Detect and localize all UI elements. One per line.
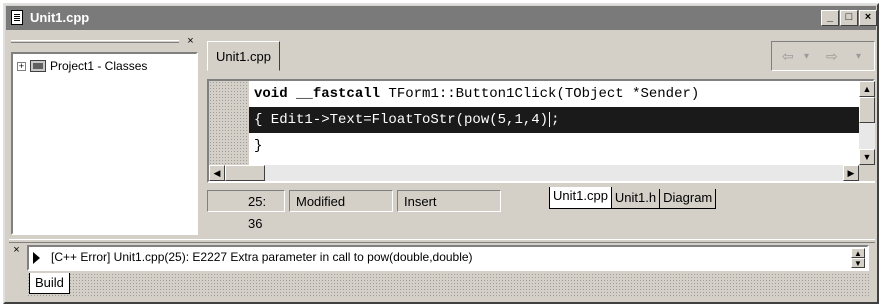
scrollbar-corner [859,165,875,181]
message-pane-close-icon[interactable]: × [11,245,22,256]
window-title: Unit1.cpp [30,10,90,25]
message-scroll[interactable]: ▲ ▼ [851,248,865,268]
expand-icon[interactable]: + [17,61,26,71]
tree-item-label: Project1 - Classes [50,59,148,73]
message-pane: × [C++ Error] Unit1.cpp(25): E2227 Extra… [9,245,875,299]
back-dropdown-icon[interactable]: ▾ [804,51,809,62]
editor-gutter[interactable] [209,81,249,165]
maximize-button[interactable]: □ [840,10,858,26]
code-text[interactable]: void __fastcall TForm1::Button1Click(TOb… [249,81,859,165]
tab-build[interactable]: Build [29,273,70,294]
scroll-down-arrow-icon[interactable]: ▼ [859,149,875,165]
scroll-up-arrow-icon[interactable]: ▲ [859,81,875,97]
close-button[interactable]: × [859,10,877,26]
document-icon [11,10,23,25]
code-line-selected[interactable]: { Edit1->Text=FloatToStr(pow(5,1,4); [249,107,859,133]
view-tab-diagram[interactable]: Diagram [659,189,717,209]
keyword: __fastcall [296,86,381,102]
ide-window: Unit1.cpp _ □ × × + Project1 - Classes U… [3,3,879,304]
view-tabs: Unit1.cpp Unit1.h Diagram [549,187,717,209]
cursor-position: 25: 36 [207,190,285,231]
spin-down-icon[interactable]: ▼ [851,258,865,268]
text-caret [549,111,551,127]
view-tab-unit1-h[interactable]: Unit1.h [610,189,661,209]
modified-indicator: Modified [289,190,393,212]
vertical-scroll-thumb[interactable] [859,97,875,123]
code-line[interactable]: void __fastcall TForm1::Button1Click(TOb… [249,81,859,107]
navigation-buttons: ⇦ ▾ ⇨ ▾ [771,41,875,71]
error-message[interactable]: [C++ Error] Unit1.cpp(25): E2227 Extra p… [51,250,473,264]
class-tree[interactable]: + Project1 - Classes [11,52,198,235]
view-tab-unit1-cpp[interactable]: Unit1.cpp [549,187,612,209]
message-pointer-icon [33,252,40,264]
class-explorer-close-icon[interactable]: × [185,36,196,47]
tab-unit1-cpp[interactable]: Unit1.cpp [207,41,280,71]
title-bar[interactable]: Unit1.cpp _ □ × [6,6,877,30]
editor-tab-strip: Unit1.cpp ⇦ ▾ ⇨ ▾ [203,35,875,75]
code-editor: Unit1.cpp ⇦ ▾ ⇨ ▾ void __fastcall TForm1… [203,35,875,235]
code-view: void __fastcall TForm1::Button1Click(TOb… [207,79,875,183]
code-text-run: ; [551,112,560,128]
forward-dropdown-icon[interactable]: ▾ [856,51,861,62]
horizontal-scrollbar[interactable]: ◀ ▶ [209,165,859,181]
code-line[interactable]: } [249,133,859,159]
message-tab-strip: Build [27,273,869,297]
scroll-left-arrow-icon[interactable]: ◀ [209,165,225,181]
back-arrow-icon[interactable]: ⇦ [782,48,794,65]
forward-arrow-icon[interactable]: ⇨ [826,48,838,65]
vertical-scrollbar[interactable]: ▲ ▼ [859,81,875,165]
message-list[interactable]: [C++ Error] Unit1.cpp(25): E2227 Extra p… [27,245,869,271]
code-text-run: { Edit1->Text=FloatToStr(pow(5,1,4) [254,112,549,128]
code-text-run: TForm1::Button1Click(TObject *Sender) [380,86,700,102]
insert-mode-indicator: Insert [397,190,501,212]
editor-status-bar: 25: 36 Modified Insert Unit1.cpp Unit1.h… [207,187,875,231]
code-text-run: } [254,138,263,154]
tree-item-project1-classes[interactable]: + Project1 - Classes [17,58,147,74]
class-explorer: × + Project1 - Classes [9,35,199,235]
minimize-button[interactable]: _ [821,10,839,26]
scroll-right-arrow-icon[interactable]: ▶ [843,165,859,181]
classes-folder-icon [30,60,46,72]
spin-up-icon[interactable]: ▲ [851,248,865,258]
keyword: void [254,86,288,102]
pane-splitter[interactable] [9,239,875,243]
pane-grip[interactable] [11,40,179,43]
horizontal-scroll-thumb[interactable] [225,165,265,181]
